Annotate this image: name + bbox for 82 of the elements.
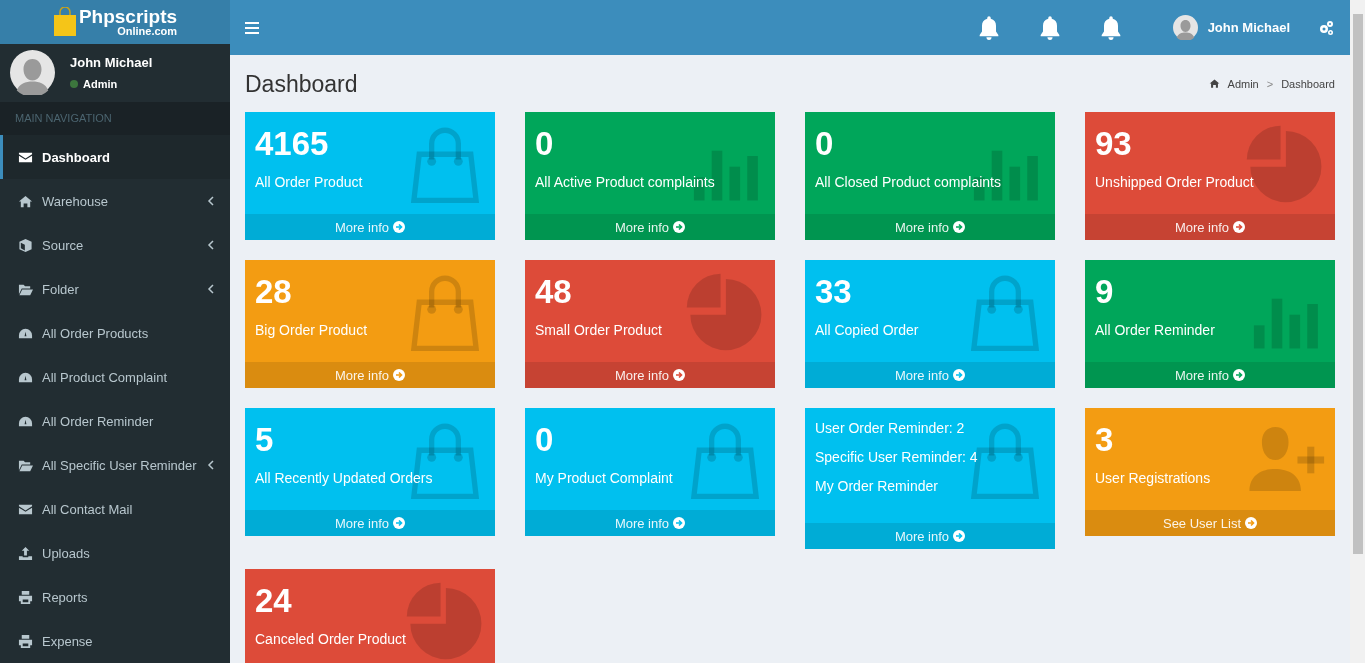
arrow-circle-icon: [393, 517, 406, 529]
shopping-bag-icon: [52, 6, 77, 37]
home-icon: [1208, 78, 1220, 89]
sidebar-item[interactable]: Warehouse: [0, 179, 230, 223]
chevron-left-icon: [207, 284, 215, 294]
home-icon: [18, 193, 33, 209]
sidebar-item[interactable]: All Order Products: [0, 311, 230, 355]
reminder-count: User Order Reminder: 2: [815, 420, 966, 436]
reminder-count: Specific User Reminder: 4: [815, 449, 979, 465]
cube-icon: [18, 237, 33, 253]
section-title: MAIN NAVIGATION: [0, 101, 230, 135]
stat-value: 24: [255, 581, 292, 621]
chevron-left-icon: [207, 460, 215, 470]
stat-label: All Closed Product complaints: [815, 174, 1002, 190]
stat-value: 3: [1095, 420, 1114, 460]
chevron-left-icon: [207, 240, 215, 250]
sidebar-item[interactable]: Folder: [0, 267, 230, 311]
stat-value: 9: [1095, 272, 1114, 312]
stat-label: All Copied Order: [815, 322, 920, 338]
more-info-link[interactable]: More info: [1085, 362, 1335, 388]
settings-icon[interactable]: [1318, 19, 1334, 36]
stat-value: 0: [535, 124, 554, 164]
sidebar-item[interactable]: All Order Reminder: [0, 399, 230, 443]
more-info-link[interactable]: More info: [1085, 214, 1335, 240]
stat-value: 33: [815, 272, 852, 312]
stat-label: Canceled Order Product: [255, 631, 407, 647]
stat-value: 48: [535, 272, 572, 312]
sidebar-item[interactable]: All Product Complaint: [0, 355, 230, 399]
stat-label: All Active Product complaints: [535, 174, 716, 190]
printer-icon: [18, 589, 33, 605]
chevron-left-icon: [207, 196, 215, 206]
sidebar-item[interactable]: Expense: [0, 619, 230, 663]
sidebar-item[interactable]: Reports: [0, 575, 230, 619]
upload-icon: [18, 545, 33, 561]
stat-value: 93: [1095, 124, 1132, 164]
stat-label: Small Order Product: [535, 322, 663, 338]
sidebar-item[interactable]: Dashboard: [0, 135, 230, 179]
arrow-circle-icon: [393, 369, 406, 381]
stat-label: All Order Product: [255, 174, 364, 190]
online-dot: [70, 80, 78, 89]
stat-value: 0: [815, 124, 834, 164]
stat-label: All Order Reminder: [1095, 322, 1216, 338]
arrow-circle-icon: [1233, 221, 1246, 233]
user-name[interactable]: John Michael: [1207, 20, 1290, 35]
arrow-circle-icon: [953, 221, 966, 233]
arrow-circle-icon: [393, 221, 406, 233]
user-role: Admin: [83, 78, 118, 91]
breadcrumb-link[interactable]: Admin: [1227, 77, 1259, 90]
sidebar-item[interactable]: All Specific User Reminder: [0, 443, 230, 487]
stat-label: Big Order Product: [255, 322, 369, 338]
printer-icon: [18, 633, 33, 649]
stat-value: 28: [255, 272, 292, 312]
stat-label: All Recently Updated Orders: [255, 470, 434, 486]
arrow-circle-icon: [1233, 369, 1246, 381]
page-title: Dashboard: [245, 70, 358, 98]
stat-value: 0: [535, 420, 554, 460]
sidebar-item[interactable]: Source: [0, 223, 230, 267]
avatar-icon: [10, 50, 55, 96]
breadcrumb-link[interactable]: Dashboard: [1281, 77, 1335, 90]
stat-label: User Registrations: [1095, 470, 1212, 486]
sidebar-item[interactable]: Uploads: [0, 531, 230, 575]
stat-label: My Product Complaint: [535, 470, 674, 486]
more-info-link[interactable]: More info: [525, 362, 775, 388]
arrow-circle-icon: [1245, 517, 1257, 529]
avatar-icon[interactable]: [1172, 15, 1198, 40]
menu-icon[interactable]: [245, 21, 259, 34]
more-info-link[interactable]: More info: [525, 214, 775, 240]
logo[interactable]: Phpscripts Online.com: [0, 0, 230, 44]
arrow-circle-icon: [953, 530, 966, 542]
stat-label: Unshipped Order Product: [1095, 174, 1255, 190]
arrow-circle-icon: [673, 517, 686, 529]
arrow-circle-icon: [673, 369, 686, 381]
sidebar-item[interactable]: All Contact Mail: [0, 487, 230, 531]
breadcrumb-separator: >: [1266, 77, 1274, 90]
arrow-circle-icon: [673, 221, 686, 233]
stat-value: 4165: [255, 124, 329, 164]
stat-value: 5: [255, 420, 274, 460]
arrow-circle-icon: [953, 369, 966, 381]
more-info-link[interactable]: More info: [805, 214, 1055, 240]
user-name: John Michael: [70, 55, 153, 71]
reminder-count: My Order Reminder: [815, 478, 939, 494]
logo-brand: Phpscripts: [78, 6, 178, 26]
